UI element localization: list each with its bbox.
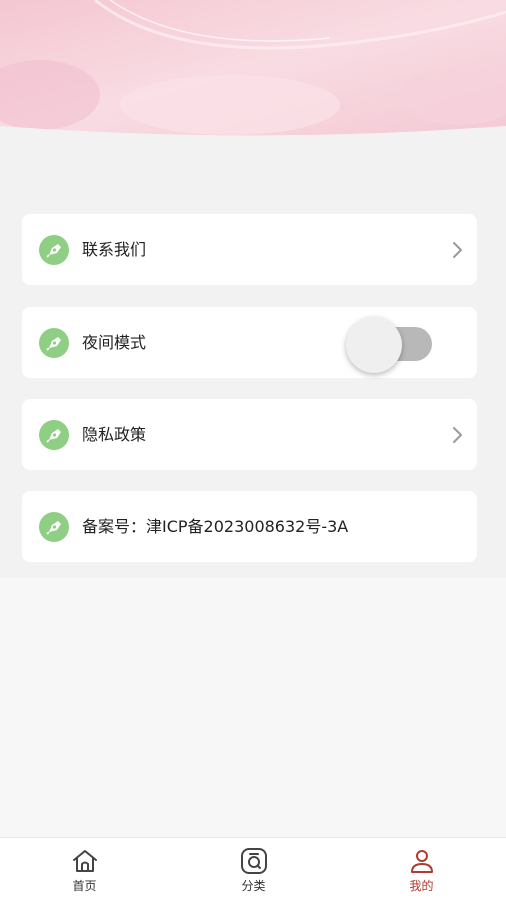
- tab-mine[interactable]: 我的: [337, 838, 506, 900]
- pen-nib-icon: [39, 420, 69, 450]
- toggle-knob: [346, 317, 402, 373]
- chevron-right-icon: [453, 242, 462, 258]
- tab-home[interactable]: 首页: [0, 838, 169, 900]
- pen-nib-icon: [39, 328, 69, 358]
- tab-category-label: 分类: [241, 879, 266, 893]
- bottom-tab-bar: 首页 分类 我的: [0, 837, 506, 900]
- user-profile-icon: [411, 850, 433, 873]
- header-banner: [0, 0, 506, 138]
- tab-mine-label: 我的: [409, 879, 434, 893]
- night-mode-item: 夜间模式: [22, 307, 477, 378]
- privacy-policy-label: 隐私政策: [82, 425, 147, 444]
- icp-record-item: 备案号：津ICP备2023008632号-3A: [22, 491, 477, 562]
- pen-nib-icon: [39, 235, 69, 265]
- night-mode-label: 夜间模式: [82, 333, 147, 352]
- pen-nib-icon: [39, 512, 69, 542]
- chevron-right-icon: [453, 427, 462, 443]
- contact-us-item[interactable]: 联系我们: [22, 214, 477, 285]
- category-search-icon: [241, 848, 267, 874]
- contact-us-label: 联系我们: [82, 240, 147, 259]
- privacy-policy-item[interactable]: 隐私政策: [22, 399, 477, 470]
- tab-home-label: 首页: [72, 879, 97, 893]
- tab-category[interactable]: 分类: [169, 838, 338, 900]
- home-icon: [73, 850, 97, 872]
- night-mode-toggle[interactable]: [346, 313, 436, 373]
- icp-record-label: 备案号：津ICP备2023008632号-3A: [82, 517, 349, 536]
